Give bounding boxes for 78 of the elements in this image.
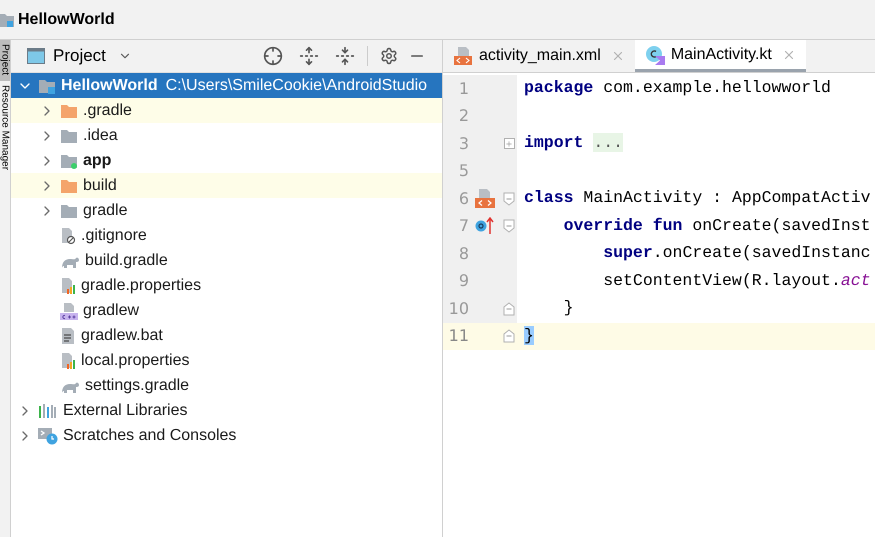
- line-number: 7: [458, 215, 469, 238]
- view-selector[interactable]: Project: [27, 43, 132, 69]
- fold-collapse-icon[interactable]: [503, 219, 515, 234]
- tree-item[interactable]: app: [11, 148, 442, 173]
- tree-item[interactable]: local.properties: [11, 348, 442, 373]
- fold-collapse-icon[interactable]: [503, 192, 515, 206]
- layout-file-icon[interactable]: [474, 188, 496, 209]
- tree-item-label: local.properties: [81, 350, 190, 370]
- tree-item-label: build.gradle: [85, 250, 168, 270]
- text-file-icon: [60, 326, 76, 344]
- locate-icon[interactable]: [263, 46, 283, 66]
- kotlin-class-icon: [644, 44, 665, 64]
- line-number: 2: [458, 105, 469, 128]
- tree-item[interactable]: gradle: [11, 198, 442, 223]
- tree-item-label: settings.gradle: [85, 376, 190, 396]
- line-number: 1: [458, 78, 469, 100]
- scratches-icon: [38, 426, 58, 444]
- line-number: 6: [458, 188, 469, 210]
- folder-icon: [60, 152, 78, 168]
- tree-item[interactable]: gradlew: [11, 298, 442, 323]
- fold-collapse-icon[interactable]: [503, 329, 515, 344]
- override-marker-icon[interactable]: [475, 217, 495, 236]
- line-number: 9: [458, 270, 469, 292]
- window-icon: [27, 48, 45, 64]
- tree-item[interactable]: settings.gradle: [11, 373, 442, 398]
- tree-item-label: gradle: [83, 200, 128, 220]
- tree-item-label: Scratches and Consoles: [63, 426, 236, 446]
- script-file-icon: [60, 302, 78, 320]
- tree-item[interactable]: build.gradle: [11, 248, 442, 273]
- libraries-icon: [38, 402, 58, 418]
- tree-item[interactable]: .gitignore: [11, 223, 442, 248]
- tree-item[interactable]: gradle.properties: [11, 273, 442, 298]
- tree-item[interactable]: External Libraries: [11, 398, 442, 423]
- line-number: 10: [448, 298, 469, 320]
- project-icon: [0, 12, 14, 28]
- code-text: package com.example.hellowworld: [524, 77, 831, 100]
- tree-item[interactable]: .idea: [11, 123, 442, 148]
- expand-all-icon[interactable]: [299, 46, 319, 66]
- code-text: import ...: [524, 132, 624, 154]
- tree-item-label: build: [83, 176, 117, 196]
- code-text: override fun onCreate(savedInst: [562, 214, 871, 237]
- settings-icon[interactable]: [380, 47, 398, 65]
- fold-collapse-icon[interactable]: [503, 302, 515, 316]
- editor-tab[interactable]: activity_main.xml: [443, 40, 635, 72]
- code-text: setContentView(R.layout.act: [602, 270, 871, 292]
- folder-icon: [60, 178, 78, 194]
- tree-item-label: .gitignore: [81, 226, 147, 246]
- window-title: HellowWorld: [18, 10, 115, 30]
- code-text: super.onCreate(savedInstanc: [602, 242, 871, 264]
- editor-tab[interactable]: MainActivity.kt: [634, 40, 806, 72]
- folder-icon: [38, 78, 56, 94]
- line-number: 5: [458, 160, 469, 182]
- xml-file-icon: [453, 46, 473, 66]
- line-number: 3: [458, 132, 469, 155]
- code-text: }: [562, 297, 574, 320]
- tree-item[interactable]: gradlew.bat: [11, 323, 442, 348]
- tree-item-label: gradlew: [83, 300, 140, 320]
- file-icon: [60, 226, 76, 244]
- tree-item-label: gradlew.bat: [81, 326, 163, 346]
- folder-icon: [60, 102, 78, 118]
- tree-item-label: HellowWorld: [61, 76, 158, 96]
- properties-file-icon: [60, 352, 76, 370]
- code-text: }: [524, 324, 534, 347]
- folder-icon: [60, 128, 78, 144]
- properties-file-icon: [60, 276, 76, 294]
- line-number: 8: [458, 242, 469, 265]
- tree-item-label: External Libraries: [63, 400, 188, 420]
- tree-item-label: .idea: [83, 126, 118, 146]
- collapse-all-icon[interactable]: [335, 46, 355, 66]
- tree-item[interactable]: build: [11, 173, 442, 198]
- tree-item[interactable]: Scratches and Consoles: [11, 423, 442, 448]
- folder-icon: [60, 202, 78, 218]
- tree-item-label: .gradle: [83, 100, 132, 120]
- code-text: class MainActivity : AppCompatActiv: [524, 187, 871, 210]
- tree-item[interactable]: .gradle: [11, 98, 442, 123]
- tree-item-label: app: [83, 150, 112, 170]
- tree-item-label: gradle.properties: [81, 276, 202, 296]
- tree-item[interactable]: HellowWorld C:\Users\SmileCookie\AndroidStudio: [11, 73, 442, 98]
